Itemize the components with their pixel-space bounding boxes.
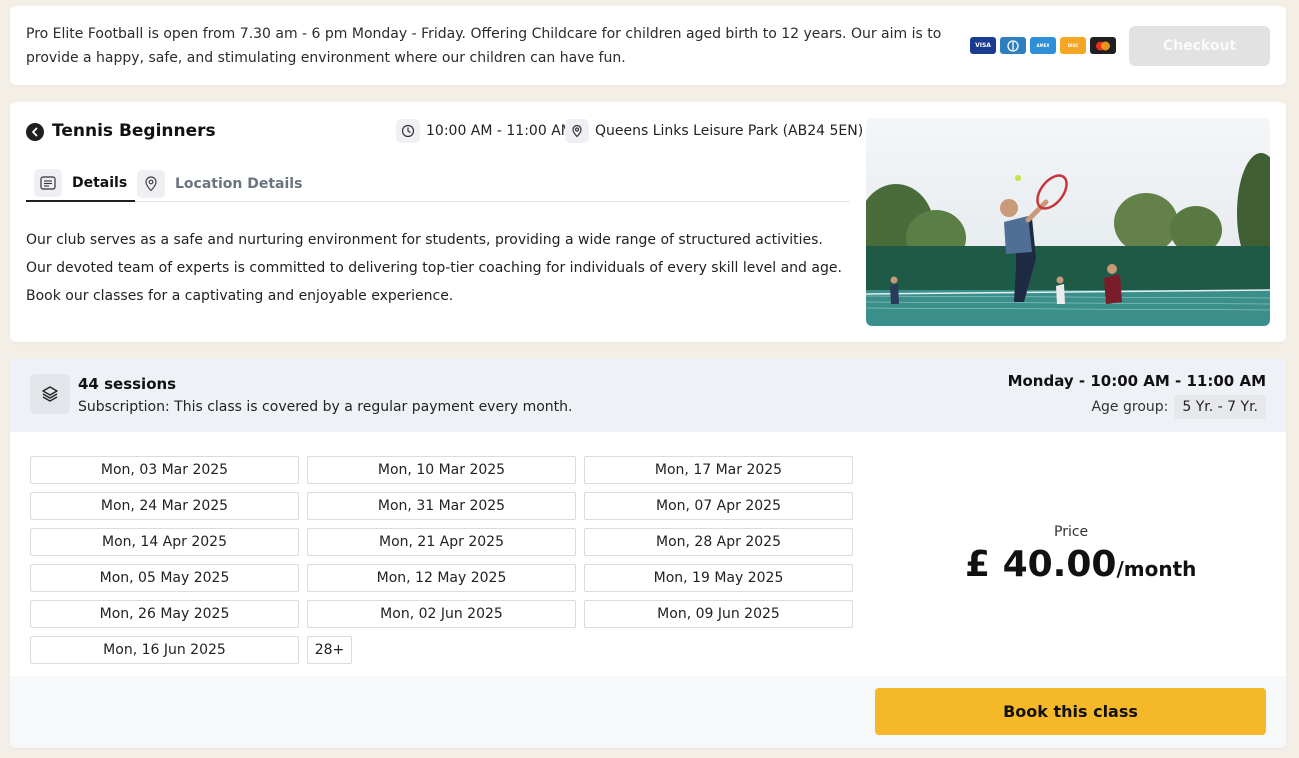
session-date: Mon, 26 May 2025 [30, 600, 299, 628]
session-date: Mon, 14 Apr 2025 [30, 528, 299, 556]
sessions-count: 44 sessions [78, 375, 177, 393]
session-date: Mon, 16 Jun 2025 [30, 636, 299, 664]
book-class-button[interactable]: Book this class [875, 688, 1266, 735]
session-date: Mon, 17 Mar 2025 [584, 456, 853, 484]
booking-footer: Book this class [10, 676, 1286, 748]
class-time: 10:00 AM - 11:00 AM [396, 119, 573, 143]
price-amount: £ 40.00 [965, 544, 1117, 585]
session-dates: Mon, 03 Mar 2025 Mon, 10 Mar 2025 Mon, 1… [30, 456, 860, 664]
subscription-text: Subscription: This class is covered by a… [78, 399, 573, 415]
more-dates-cell: 28+ [307, 636, 576, 664]
price-value: £ 40.00/month [965, 544, 1196, 585]
session-date: Mon, 03 Mar 2025 [30, 456, 299, 484]
sessions-header: 44 sessions Subscription: This class is … [10, 358, 1286, 432]
session-date: Mon, 12 May 2025 [307, 564, 576, 592]
back-arrow-icon[interactable] [26, 123, 44, 141]
diners-card-icon [1000, 37, 1026, 54]
class-location: Queens Links Leisure Park (AB24 5EN) [565, 119, 863, 143]
session-date: Mon, 07 Apr 2025 [584, 492, 853, 520]
sessions-card: 44 sessions Subscription: This class is … [10, 358, 1286, 748]
age-group: Age group: 5 Yr. - 7 Yr. [1091, 395, 1266, 419]
class-tabs: Details Location Details [26, 164, 850, 202]
map-pin-icon [565, 119, 589, 143]
info-banner: Pro Elite Football is open from 7.30 am … [10, 6, 1286, 85]
session-date: Mon, 21 Apr 2025 [307, 528, 576, 556]
class-description: Our club serves as a safe and nurturing … [26, 232, 842, 304]
session-date: Mon, 28 Apr 2025 [584, 528, 853, 556]
price-label: Price [1054, 524, 1089, 540]
session-date: Mon, 02 Jun 2025 [307, 600, 576, 628]
mastercard-icon [1090, 37, 1116, 54]
session-date: Mon, 31 Mar 2025 [307, 492, 576, 520]
class-details-card: Tennis Beginners 10:00 AM - 11:00 AM Que… [10, 102, 1286, 342]
class-time-text: 10:00 AM - 11:00 AM [426, 123, 573, 139]
session-date: Mon, 09 Jun 2025 [584, 600, 853, 628]
session-date: Mon, 24 Mar 2025 [30, 492, 299, 520]
map-pin-icon [137, 170, 165, 198]
price-period: /month [1116, 557, 1197, 581]
tab-location-label: Location Details [175, 176, 303, 192]
clock-icon [396, 119, 420, 143]
banner-info-text: Pro Elite Football is open from 7.30 am … [26, 26, 942, 66]
class-schedule: Monday - 10:00 AM - 11:00 AM [1007, 372, 1266, 390]
tab-details-label: Details [72, 175, 128, 191]
class-location-text: Queens Links Leisure Park (AB24 5EN) [595, 123, 864, 139]
details-icon [34, 169, 62, 197]
age-group-label: Age group: [1091, 399, 1169, 415]
checkout-button[interactable]: Checkout [1129, 26, 1270, 66]
session-date: Mon, 10 Mar 2025 [307, 456, 576, 484]
tab-details[interactable]: Details [26, 166, 136, 202]
age-group-badge: 5 Yr. - 7 Yr. [1174, 395, 1266, 419]
tab-location-details[interactable]: Location Details [137, 166, 302, 202]
more-dates-badge[interactable]: 28+ [307, 636, 352, 664]
amex-card-icon: AMEX [1030, 37, 1056, 54]
session-date: Mon, 05 May 2025 [30, 564, 299, 592]
class-title: Tennis Beginners [52, 121, 216, 141]
visa-card-icon: VISA [970, 37, 996, 54]
discover-card-icon: DISC [1060, 37, 1086, 54]
layers-icon [30, 374, 70, 414]
class-photo [866, 118, 1270, 326]
session-date: Mon, 19 May 2025 [584, 564, 853, 592]
payment-methods: VISA AMEX DISC [970, 37, 1116, 54]
